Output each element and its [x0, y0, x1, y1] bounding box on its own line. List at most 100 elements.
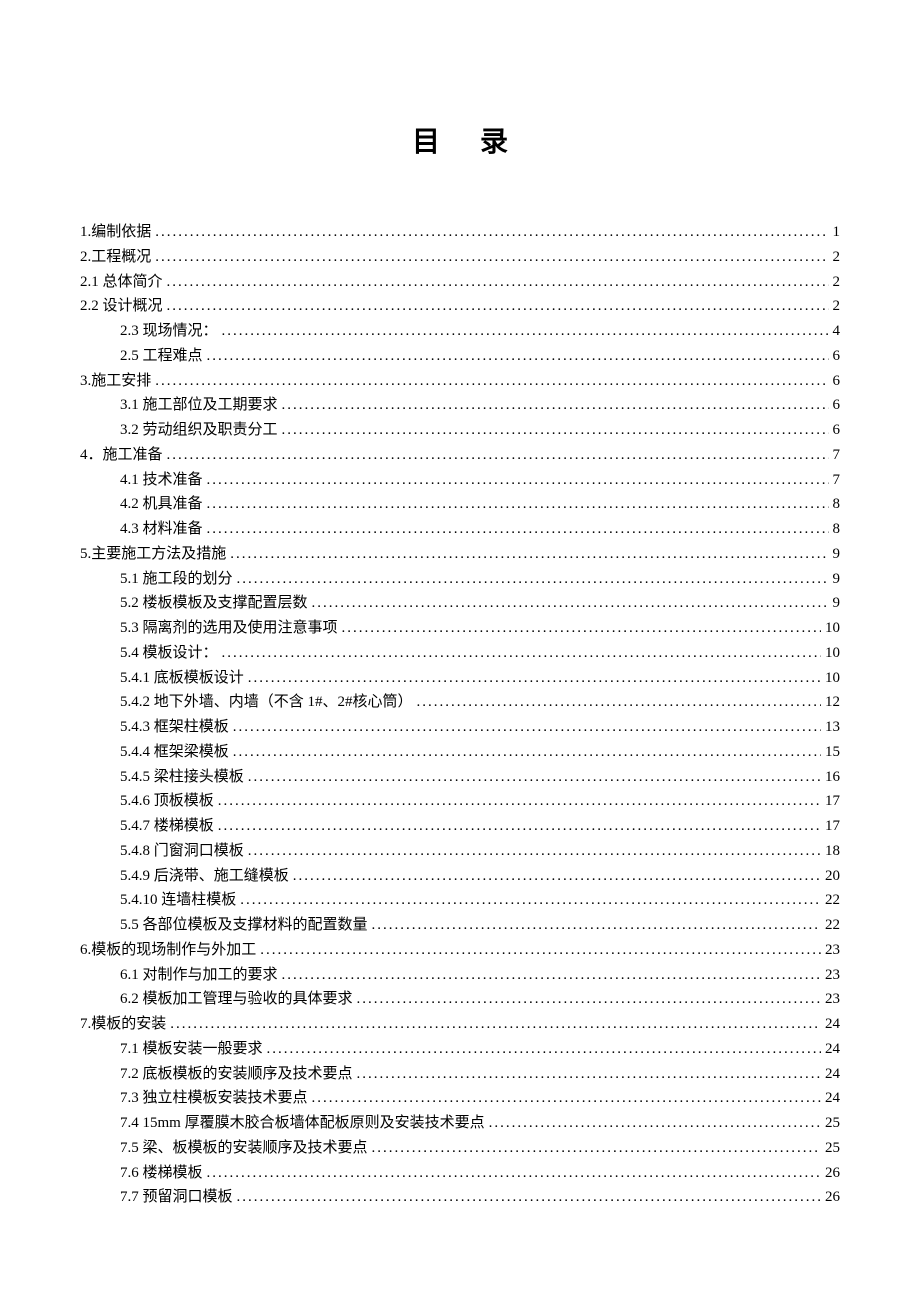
- toc-entry: 3.施工安排6: [80, 369, 840, 394]
- toc-page-number: 9: [833, 542, 841, 567]
- toc-page-number: 22: [825, 888, 840, 913]
- toc-entry: 7.4 15mm 厚覆膜木胶合板墙体配板原则及安装技术要点 25: [80, 1111, 840, 1136]
- toc-entry: 5.4.9 后浇带、施工缝模板20: [80, 864, 840, 889]
- toc-entry: 5.4 模板设计：10: [80, 641, 840, 666]
- toc-page-number: 13: [825, 715, 840, 740]
- toc-entry: 2.5 工程难点 6: [80, 344, 840, 369]
- toc-leader-dots: [207, 468, 829, 493]
- toc-leader-dots: [282, 418, 829, 443]
- toc-page-number: 23: [825, 963, 840, 988]
- toc-page-number: 25: [825, 1111, 840, 1136]
- toc-entry: 4.3 材料准备 8: [80, 517, 840, 542]
- toc-entry: 6.2 模板加工管理与验收的具体要求 23: [80, 987, 840, 1012]
- toc-page-number: 17: [825, 789, 840, 814]
- toc-label: 7.2 底板模板的安装顺序及技术要点: [120, 1062, 353, 1087]
- toc-entry: 4.1 技术准备7: [80, 468, 840, 493]
- toc-label: 5.4.8 门窗洞口模板: [120, 839, 244, 864]
- toc-entry: 7.1 模板安装一般要求 24: [80, 1037, 840, 1062]
- toc-page-number: 6: [833, 344, 841, 369]
- toc-page-number: 20: [825, 864, 840, 889]
- toc-entry: 5.5 各部位模板及支撑材料的配置数量22: [80, 913, 840, 938]
- toc-leader-dots: [237, 567, 829, 592]
- toc-entry: 5.4.6 顶板模板17: [80, 789, 840, 814]
- toc-leader-dots: [207, 517, 829, 542]
- toc-leader-dots: [267, 1037, 821, 1062]
- toc-leader-dots: [357, 987, 821, 1012]
- toc-label: 4.2 机具准备: [120, 492, 203, 517]
- toc-page-number: 8: [833, 492, 841, 517]
- toc-page-number: 10: [825, 666, 840, 691]
- toc-page-number: 23: [825, 938, 840, 963]
- toc-entry: 7.2 底板模板的安装顺序及技术要点 24: [80, 1062, 840, 1087]
- toc-leader-dots: [282, 393, 829, 418]
- toc-label: 2.2 设计概况: [80, 294, 163, 319]
- toc-label: 5.4.10 连墙柱模板: [120, 888, 236, 913]
- toc-page-number: 9: [833, 567, 841, 592]
- toc-page-number: 10: [825, 616, 840, 641]
- toc-label: 2.3 现场情况：: [120, 319, 218, 344]
- toc-label: 7.7 预留洞口模板: [120, 1185, 233, 1210]
- toc-label: 5.4.2 地下外墙、内墙（不含 1#、2#核心筒）: [120, 690, 413, 715]
- toc-entry: 5.主要施工方法及措施 9: [80, 542, 840, 567]
- toc-entry: 2.2 设计概况 2: [80, 294, 840, 319]
- toc-entry: 5.4.1 底板模板设计 10: [80, 666, 840, 691]
- toc-label: 7.1 模板安装一般要求: [120, 1037, 263, 1062]
- toc-page-number: 10: [825, 641, 840, 666]
- toc-page-number: 2: [833, 245, 841, 270]
- toc-page-number: 6: [833, 393, 841, 418]
- toc-label: 6.模板的现场制作与外加工: [80, 938, 256, 963]
- toc-label: 6.1 对制作与加工的要求: [120, 963, 278, 988]
- toc-entry: 5.1 施工段的划分9: [80, 567, 840, 592]
- toc-page-number: 8: [833, 517, 841, 542]
- toc-page-number: 16: [825, 765, 840, 790]
- toc-leader-dots: [233, 715, 821, 740]
- toc-label: 7.4 15mm 厚覆膜木胶合板墙体配板原则及安装技术要点: [120, 1111, 485, 1136]
- toc-label: 4.3 材料准备: [120, 517, 203, 542]
- toc-entry: 4．施工准备 7: [80, 443, 840, 468]
- toc-page-number: 6: [833, 418, 841, 443]
- toc-leader-dots: [312, 591, 829, 616]
- toc-entry: 3.1 施工部位及工期要求6: [80, 393, 840, 418]
- toc-leader-dots: [248, 765, 821, 790]
- toc-entry: 5.4.7 楼梯模板17: [80, 814, 840, 839]
- toc-label: 5.3 隔离剂的选用及使用注意事项: [120, 616, 338, 641]
- toc-leader-dots: [167, 443, 829, 468]
- table-of-contents: 1.编制依据12.工程概况22.1 总体简介22.2 设计概况22.3 现场情况…: [80, 220, 840, 1210]
- toc-label: 5.4.1 底板模板设计: [120, 666, 244, 691]
- toc-page-number: 7: [833, 443, 841, 468]
- toc-entry: 7.模板的安装24: [80, 1012, 840, 1037]
- toc-leader-dots: [207, 1161, 821, 1186]
- toc-page-number: 6: [833, 369, 841, 394]
- toc-label: 7.6 楼梯模板: [120, 1161, 203, 1186]
- toc-entry: 5.2 楼板模板及支撑配置层数9: [80, 591, 840, 616]
- toc-label: 7.3 独立柱模板安装技术要点: [120, 1086, 308, 1111]
- toc-label: 5.主要施工方法及措施: [80, 542, 226, 567]
- toc-entry: 5.4.2 地下外墙、内墙（不含 1#、2#核心筒）12: [80, 690, 840, 715]
- toc-leader-dots: [222, 641, 821, 666]
- toc-page-number: 2: [833, 294, 841, 319]
- toc-entry: 2.工程概况2: [80, 245, 840, 270]
- toc-leader-dots: [357, 1062, 821, 1087]
- toc-leader-dots: [155, 245, 828, 270]
- toc-leader-dots: [312, 1086, 821, 1111]
- toc-page-number: 24: [825, 1062, 840, 1087]
- toc-entry: 2.1 总体简介2: [80, 270, 840, 295]
- toc-page-number: 24: [825, 1037, 840, 1062]
- toc-label: 5.4.7 楼梯模板: [120, 814, 214, 839]
- toc-label: 4．施工准备: [80, 443, 163, 468]
- toc-entry: 6.1 对制作与加工的要求 23: [80, 963, 840, 988]
- toc-page-number: 23: [825, 987, 840, 1012]
- toc-page-number: 24: [825, 1086, 840, 1111]
- toc-entry: 6.模板的现场制作与外加工 23: [80, 938, 840, 963]
- toc-page-number: 9: [833, 591, 841, 616]
- toc-leader-dots: [170, 1012, 821, 1037]
- toc-label: 5.4.5 梁柱接头模板: [120, 765, 244, 790]
- toc-page-number: 1: [833, 220, 841, 245]
- toc-label: 2.5 工程难点: [120, 344, 203, 369]
- toc-page-number: 22: [825, 913, 840, 938]
- toc-entry: 2.3 现场情况：4: [80, 319, 840, 344]
- toc-leader-dots: [155, 369, 828, 394]
- toc-page-number: 18: [825, 839, 840, 864]
- toc-label: 6.2 模板加工管理与验收的具体要求: [120, 987, 353, 1012]
- toc-page-number: 25: [825, 1136, 840, 1161]
